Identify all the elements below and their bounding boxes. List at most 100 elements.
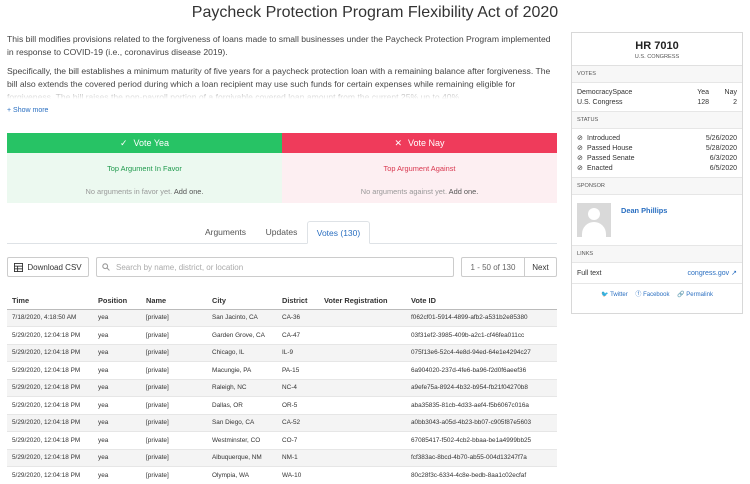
download-csv-button[interactable]: Download CSV [7, 257, 89, 277]
voter-district-cell: CA-36 [277, 308, 319, 327]
description-faded-block: Specifically, the bill establishes a min… [7, 65, 557, 99]
bill-header: HR 7010 U.S. CONGRESS [572, 33, 742, 66]
tab-votes[interactable]: Votes (130) [307, 221, 370, 244]
search-icon [102, 263, 110, 271]
status-date: 6/3/2020 [709, 154, 737, 162]
table-row: 5/29/2020, 12:04:18 PM yea [private] Dallas… [7, 396, 557, 414]
voter-registration-cell [319, 413, 406, 432]
voter-name-cell: [private] [141, 361, 207, 379]
arguments-row: Top Argument In Favor No arguments in fa… [7, 153, 557, 203]
add-against-argument-link[interactable]: Add one. [449, 187, 479, 196]
description-paragraph-1: This bill modifies provisions related to… [7, 34, 551, 57]
vote-position-cell: yea [93, 378, 141, 397]
search-box [96, 257, 454, 277]
vote-yea-button[interactable]: ✓ Vote Yea [7, 133, 282, 153]
column-header-voter-registration[interactable]: Voter Registration [319, 293, 406, 310]
column-header-position[interactable]: Position [93, 293, 141, 310]
permalink-label: Permalink [686, 292, 713, 298]
vote-position-cell: yea [93, 308, 141, 327]
vote-source-name: DemocracySpace [577, 88, 633, 96]
twitter-label: Twitter [610, 292, 628, 298]
vote-position-cell: yea [93, 413, 141, 432]
vote-time-cell: 5/29/2020, 12:04:18 PM [7, 343, 93, 362]
tab-arguments[interactable]: Arguments [193, 221, 258, 244]
vote-totals-row: U.S. Congress 128 2 [577, 97, 737, 107]
voter-city-cell: San Jacinto, CA [207, 308, 277, 327]
voter-name-cell: [private] [141, 326, 207, 344]
avatar [577, 203, 611, 237]
full-text-link-label: congress.gov [687, 270, 730, 277]
column-header-district[interactable]: District [277, 293, 319, 310]
voter-name-cell: [private] [141, 413, 207, 432]
facebook-icon: ⓕ [635, 292, 642, 298]
vote-position-cell: yea [93, 466, 141, 484]
table-row: 5/29/2020, 12:04:18 PM yea [private] Chicag… [7, 343, 557, 362]
status-item: ⊘ Passed Senate 6/3/2020 [577, 153, 737, 163]
share-links: 🐦 Twitter ⓕ Facebook 🔗 Permalink [572, 283, 742, 298]
vote-time-cell: 5/29/2020, 12:04:18 PM [7, 378, 93, 397]
voter-registration-cell [319, 343, 406, 362]
check-icon: ✓ [119, 137, 128, 148]
bill-description: This bill modifies provisions related to… [7, 33, 557, 99]
x-icon: ✕ [394, 137, 402, 148]
table-row: 5/29/2020, 12:04:18 PM yea [private] Garden… [7, 326, 557, 344]
voter-registration-cell [319, 378, 406, 397]
voter-name-cell: [private] [141, 396, 207, 414]
voter-name-cell: [private] [141, 308, 207, 327]
vote-bar: ✓ Vote Yea ✕ Vote Nay [7, 133, 557, 153]
vote-nay-button[interactable]: ✕ Vote Nay [282, 133, 557, 153]
column-header-time[interactable]: Time [7, 293, 93, 310]
search-input[interactable] [116, 262, 436, 272]
voter-city-cell: Albuquerque, NM [207, 448, 277, 467]
add-favor-argument-link[interactable]: Add one. [174, 187, 204, 196]
vote-id-cell: 6a904020-237d-4fe6-ba96-f2d0f6aeef36 [406, 361, 557, 379]
column-header-city[interactable]: City [207, 293, 277, 310]
voter-registration-cell [319, 431, 406, 449]
check-circle-icon: ⊘ [577, 155, 583, 162]
voter-city-cell: Macungie, PA [207, 361, 277, 379]
vote-totals-row: DemocracySpace Yea Nay [577, 87, 737, 97]
voter-district-cell: WA-10 [277, 466, 319, 484]
twitter-icon: 🐦 [601, 292, 609, 298]
download-csv-label: Download CSV [27, 262, 82, 272]
tab-updates[interactable]: Updates [258, 221, 305, 244]
facebook-label: Facebook [643, 292, 670, 298]
congress-label: U.S. CONGRESS [634, 54, 680, 60]
voter-name-cell: [private] [141, 431, 207, 449]
sponsor-name-link[interactable]: Dean Phillips [621, 206, 667, 237]
status-name: Passed House [587, 144, 633, 152]
votes-table: Time Position Name City District Voter R… [7, 293, 557, 484]
voter-city-cell: Dallas, OR [207, 396, 277, 414]
facebook-share-link[interactable]: ⓕ Facebook [635, 292, 671, 298]
argument-favor-panel: Top Argument In Favor No arguments in fa… [7, 153, 282, 203]
twitter-share-link[interactable]: 🐦 Twitter [601, 292, 629, 298]
vote-id-cell: a0bb3043-a05d-4b23-bb07-c905f87e5603 [406, 413, 557, 432]
show-more-link[interactable]: + Show more [7, 107, 48, 114]
vote-position-cell: yea [93, 361, 141, 379]
vote-id-cell: 03f31ef2-3985-409b-a2c1-cf46fea011cc [406, 326, 557, 344]
voter-registration-cell [319, 466, 406, 484]
vote-time-cell: 5/29/2020, 12:04:18 PM [7, 326, 93, 344]
table-row: 5/29/2020, 12:04:18 PM yea [private] Albuqu… [7, 448, 557, 467]
voter-district-cell: CA-47 [277, 326, 319, 344]
column-header-vote-id[interactable]: Vote ID [406, 293, 557, 310]
table-row: 5/29/2020, 12:04:18 PM yea [private] Raleig… [7, 378, 557, 397]
avatar-head-shape [588, 208, 600, 220]
vote-source-name: U.S. Congress [577, 98, 623, 106]
table-row: 5/29/2020, 12:04:18 PM yea [private] San Di… [7, 413, 557, 432]
check-circle-icon: ⊘ [577, 145, 583, 152]
argument-against-heading: Top Argument Against [383, 164, 456, 173]
argument-favor-empty-text: No arguments in favor yet. [85, 187, 173, 196]
vote-time-cell: 5/29/2020, 12:04:18 PM [7, 396, 93, 414]
full-text-link[interactable]: congress.gov ↗ [688, 269, 737, 277]
column-header-name[interactable]: Name [141, 293, 207, 310]
next-page-button[interactable]: Next [524, 257, 557, 277]
voter-name-cell: [private] [141, 466, 207, 484]
avatar-body-shape [582, 222, 606, 237]
permalink-link[interactable]: 🔗 Permalink [677, 292, 713, 298]
table-header-row: Time Position Name City District Voter R… [7, 293, 557, 310]
vote-time-cell: 5/29/2020, 12:04:18 PM [7, 466, 93, 484]
status-name: Enacted [587, 164, 613, 172]
voter-district-cell: CA-52 [277, 413, 319, 432]
vote-position-cell: yea [93, 396, 141, 414]
